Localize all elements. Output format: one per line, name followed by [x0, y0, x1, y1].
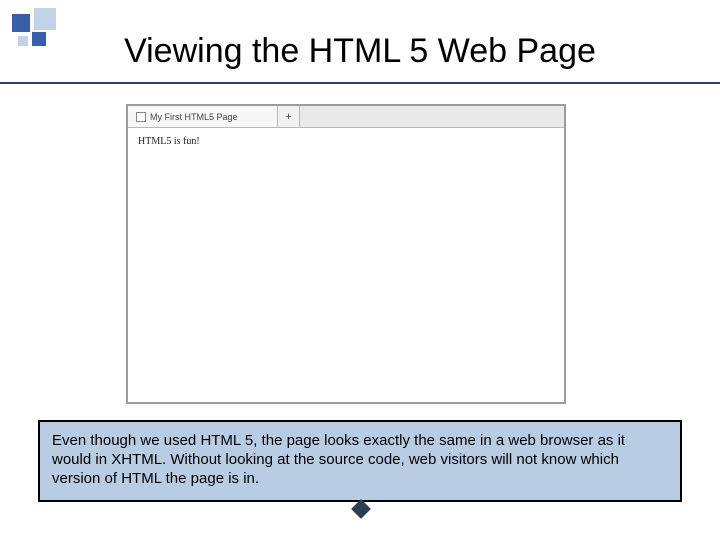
- deco-square: [12, 14, 30, 32]
- page-icon: [136, 112, 146, 122]
- deco-square: [34, 8, 56, 30]
- browser-window: My First HTML5 Page + HTML5 is fun!: [126, 104, 566, 404]
- caption-box: Even though we used HTML 5, the page loo…: [38, 420, 682, 502]
- browser-tab-bar: My First HTML5 Page +: [128, 106, 564, 128]
- browser-tab[interactable]: My First HTML5 Page: [128, 106, 278, 127]
- slide-title: Viewing the HTML 5 Web Page: [0, 32, 720, 71]
- title-underline: [0, 82, 720, 84]
- caption-text: Even though we used HTML 5, the page loo…: [52, 432, 625, 487]
- tab-title: My First HTML5 Page: [150, 112, 238, 122]
- new-tab-button[interactable]: +: [278, 106, 300, 127]
- page-body-text: HTML5 is fun!: [138, 136, 200, 147]
- browser-content-area: HTML5 is fun!: [128, 128, 564, 155]
